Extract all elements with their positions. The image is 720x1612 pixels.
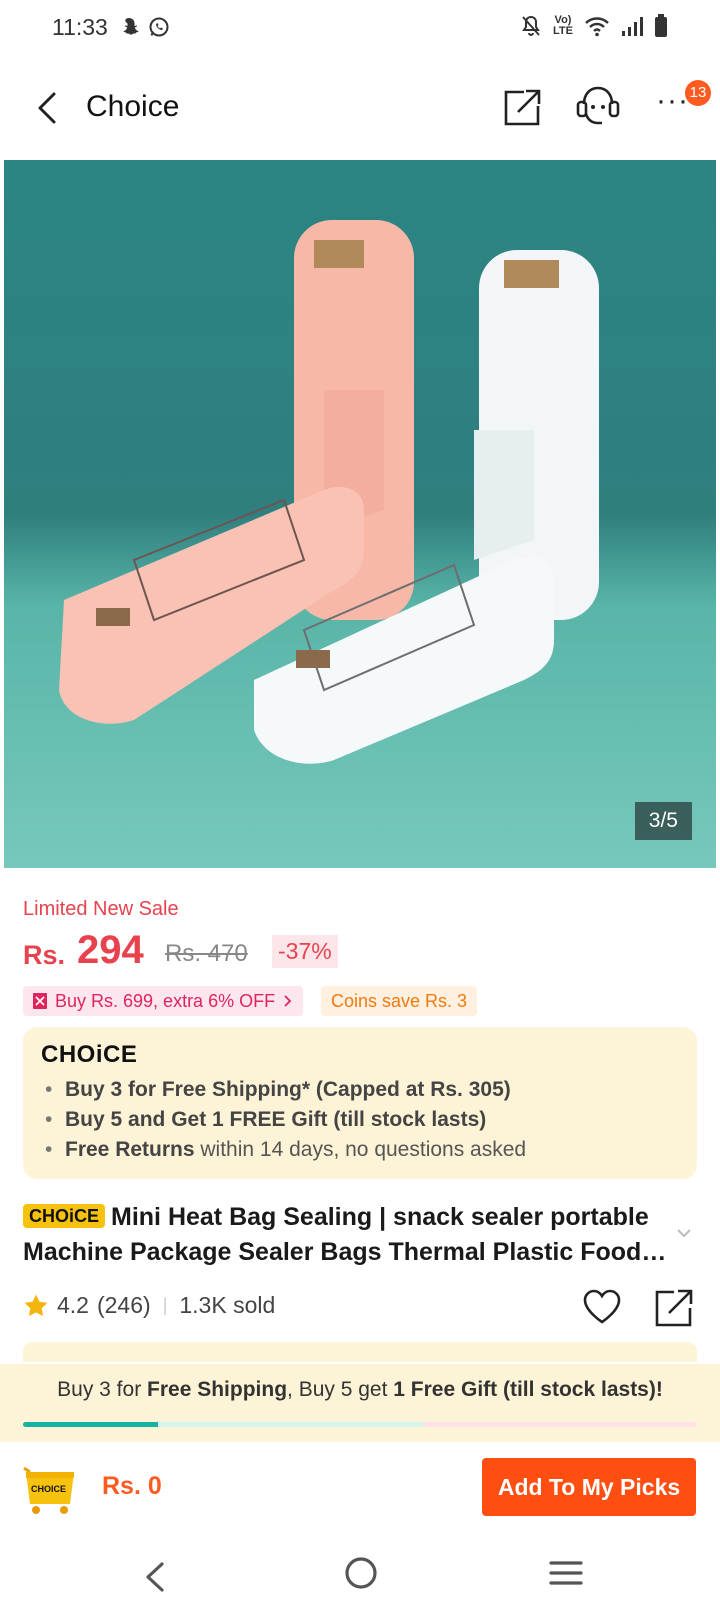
promo-progress-bar: [23, 1422, 697, 1427]
whatsapp-icon: [149, 17, 169, 37]
choice-section-peek: [23, 1342, 697, 1362]
cart-total: Rs. 0: [102, 1472, 162, 1500]
buy-more-promo[interactable]: Buy Rs. 699, extra 6% OFF: [23, 986, 304, 1016]
customer-service-icon[interactable]: [572, 84, 624, 128]
current-price: 294: [77, 928, 144, 972]
heart-icon[interactable]: [582, 1288, 622, 1326]
discount-badge: -37%: [272, 935, 338, 968]
nav-home-icon[interactable]: [343, 1555, 379, 1591]
battery-icon: [655, 14, 667, 37]
progress-fill: [23, 1422, 158, 1427]
cart-label: CHOICE: [31, 1484, 67, 1494]
page-title: Choice: [86, 90, 180, 123]
choice-cart-icon[interactable]: CHOICE: [22, 1464, 78, 1516]
back-icon[interactable]: [28, 88, 68, 128]
status-icons-right: Vo) LTE: [520, 14, 668, 38]
signal-icon: [622, 17, 643, 36]
share-icon[interactable]: [654, 1288, 694, 1328]
status-time: 11:33: [52, 14, 108, 40]
system-nav-bar: [0, 1542, 720, 1612]
chevron-down-icon[interactable]: [675, 1226, 693, 1240]
bottom-action-bar: CHOICE Rs. 0 Add To My Picks: [0, 1442, 720, 1542]
sold-count: 1.3K sold: [179, 1292, 276, 1318]
wifi-icon: [585, 17, 609, 37]
product-image-gallery[interactable]: 3/5: [4, 160, 716, 868]
product-title-text: Mini Heat Bag Sealing | snack sealer por…: [23, 1203, 649, 1266]
list-item: • Buy 3 for Free Shipping* (Capped at Rs.…: [45, 1078, 511, 1101]
rating-score: 4.2: [57, 1292, 89, 1318]
choice-logo: CHOiCE: [41, 1041, 138, 1068]
list-item: • Buy 5 and Get 1 FREE Gift (till stock l…: [45, 1108, 487, 1131]
choice-benefits-list: • Buy 3 for Free Shipping* (Capped at Rs.…: [45, 1075, 526, 1165]
nav-recent-apps-icon[interactable]: [549, 1558, 583, 1588]
status-icons-left: [118, 16, 170, 38]
rating-row: 4.2 (246) | 1.3K sold: [23, 1292, 275, 1319]
product-image: [59, 220, 599, 764]
original-price: Rs. 470: [165, 940, 248, 967]
promo-banner-text: Buy 3 for Free Shipping, Buy 5 get 1 Fre…: [57, 1378, 663, 1401]
choice-benefits-box: CHOiCE • Buy 3 for Free Shipping* (Capped…: [23, 1027, 697, 1179]
notification-badge: 13: [685, 80, 711, 106]
progress-middle-segment: [157, 1422, 423, 1427]
nav-back-icon[interactable]: [140, 1552, 170, 1602]
coupon-icon: [33, 993, 47, 1009]
add-to-picks-button[interactable]: Add To My Picks: [482, 1458, 696, 1516]
shipping-promo-banner: Buy 3 for Free Shipping, Buy 5 get 1 Fre…: [0, 1364, 720, 1442]
coins-label: Coins save Rs. 3: [331, 990, 468, 1011]
chevron-right-icon: [284, 995, 292, 1007]
image-counter: 3/5: [634, 802, 692, 840]
review-count[interactable]: (246): [97, 1292, 151, 1319]
share-icon[interactable]: [502, 86, 542, 128]
status-bar: 11:33 Vo) LTE: [0, 0, 720, 60]
snapchat-icon: [123, 18, 139, 35]
buy-more-label: Buy Rs. 699, extra 6% OFF: [55, 990, 276, 1011]
price-currency: Rs.: [23, 940, 66, 970]
sale-label: Limited New Sale: [23, 898, 179, 920]
divider: |: [162, 1295, 168, 1315]
product-title[interactable]: CHOiCE Mini Heat Bag Sealing | snack seal…: [23, 1200, 668, 1270]
star-icon: [24, 1294, 48, 1316]
coins-badge: Coins save Rs. 3: [321, 986, 478, 1016]
volte-icon: Vo) LTE: [553, 14, 573, 37]
list-item: • Free Returns within 14 days, no questio…: [45, 1138, 527, 1161]
mute-icon: [522, 15, 540, 36]
choice-tag: CHOiCE: [23, 1204, 106, 1228]
top-header: Choice ··· 13: [0, 68, 720, 152]
